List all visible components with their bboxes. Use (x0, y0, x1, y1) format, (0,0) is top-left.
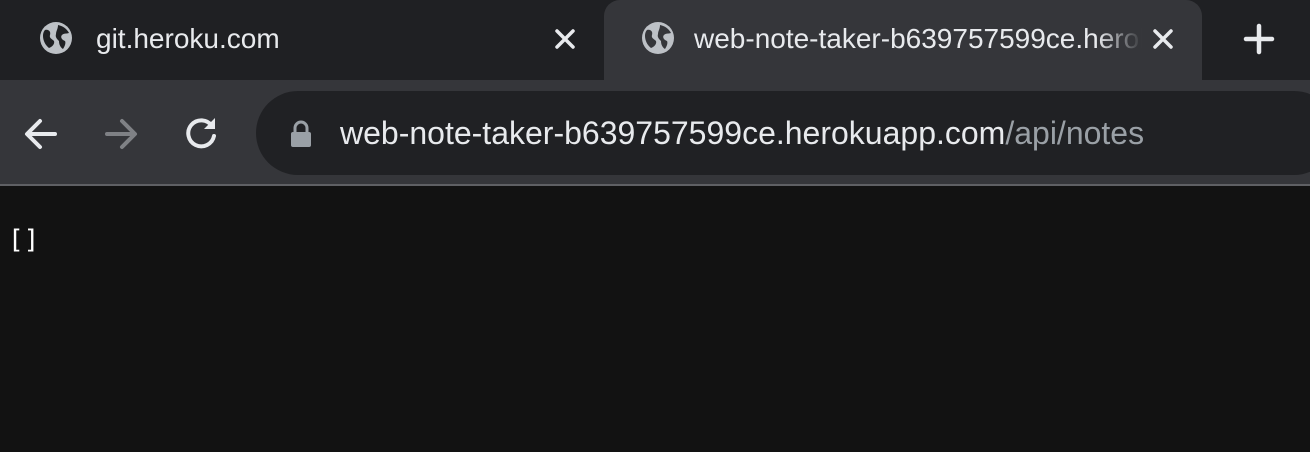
page-content: [] (0, 188, 1310, 452)
address-bar[interactable]: web-note-taker-b639757599ce.herokuapp.co… (256, 91, 1310, 175)
tab-git-heroku[interactable]: git.heroku.com (0, 0, 604, 80)
tab-strip: git.heroku.com web-note-taker-b639757599… (0, 0, 1310, 80)
back-button[interactable] (19, 112, 63, 156)
url-path: /api/notes (1005, 115, 1145, 151)
close-icon (1153, 29, 1173, 49)
tab-web-note-taker[interactable]: web-note-taker-b639757599ce.herokuapp.co… (604, 0, 1202, 80)
url-text[interactable]: web-note-taker-b639757599ce.herokuapp.co… (340, 112, 1144, 154)
arrow-left-icon (25, 119, 57, 149)
browser-toolbar: web-note-taker-b639757599ce.herokuapp.co… (0, 80, 1310, 186)
forward-button[interactable] (99, 112, 143, 156)
tab-title: git.heroku.com (96, 23, 280, 54)
reload-button[interactable] (179, 112, 223, 156)
close-icon (555, 29, 575, 49)
arrow-right-icon (105, 119, 137, 149)
json-response: [] (8, 225, 40, 255)
tab-title: web-note-taker-b639757599ce.herokuapp.co… (694, 23, 1142, 54)
globe-icon (40, 22, 72, 54)
plus-icon (1243, 23, 1275, 55)
new-tab-button[interactable] (1238, 18, 1280, 60)
globe-icon (642, 22, 674, 54)
lock-icon[interactable] (286, 119, 316, 149)
close-tab-button[interactable] (548, 22, 582, 56)
reload-icon (186, 118, 216, 149)
url-host: web-note-taker-b639757599ce.herokuapp.co… (340, 115, 1006, 151)
close-tab-button[interactable] (1146, 22, 1180, 56)
